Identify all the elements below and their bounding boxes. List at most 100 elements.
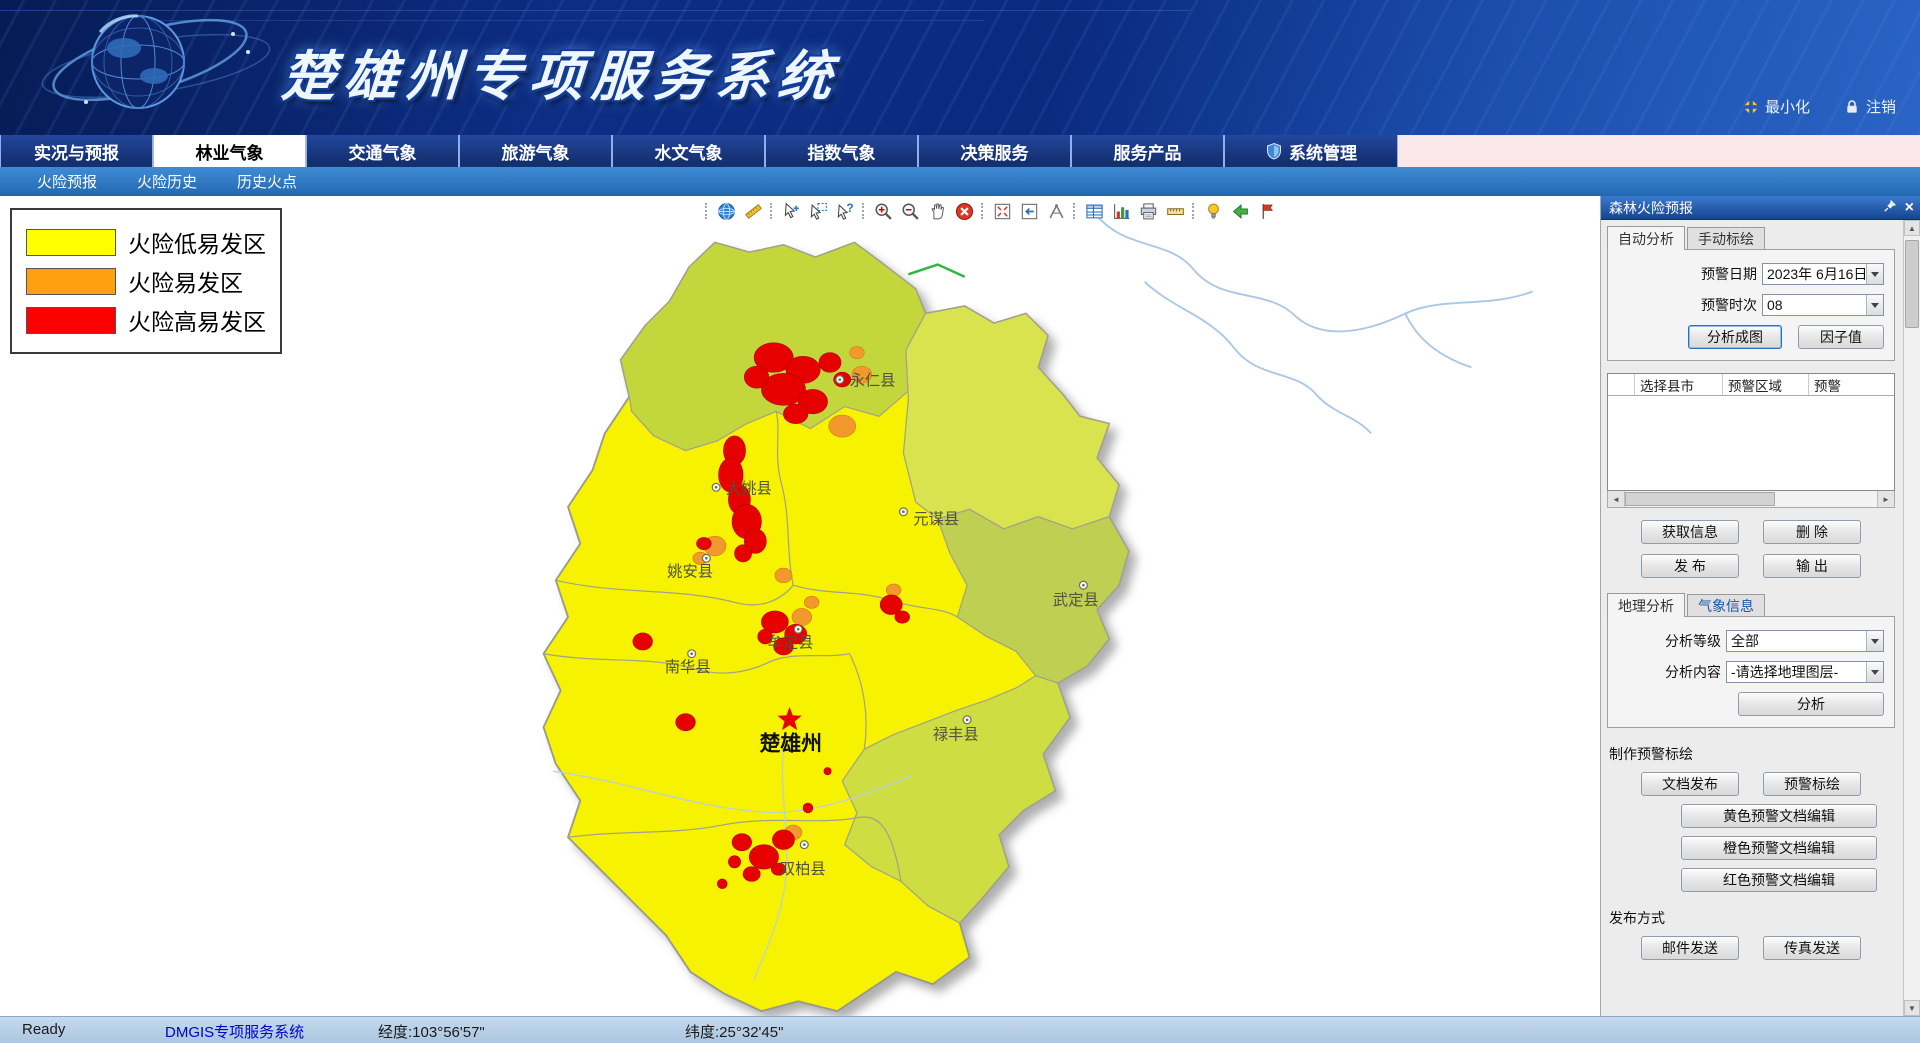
tab-live-forecast[interactable]: 实况与预报 [0,135,153,167]
pin-icon[interactable] [1203,201,1223,221]
warning-list-header: 选择县市 预警区域 预警 [1608,374,1894,396]
warning-list[interactable]: 选择县市 预警区域 预警 [1607,373,1895,491]
chart-icon[interactable] [1111,201,1131,221]
auto-analysis-page: 预警日期 2023年 6月16日 预警时次 08 [1607,249,1895,361]
toolbar-grip [981,203,985,219]
warning-plot-button[interactable]: 预警标绘 [1763,772,1861,796]
scroll-up-icon[interactable]: ▲ [1904,220,1920,236]
panel-title-bar: 森林火险预报 × [1601,196,1920,220]
forest-fire-panel: 森林火险预报 × 自动分析 手动标绘 预警日期 2023年 6月16日 [1600,196,1920,1016]
county-label: 牟定县 [768,635,814,652]
chevron-down-icon [1866,631,1883,651]
analyze-button[interactable]: 分析 [1738,692,1884,716]
select-plus-icon[interactable] [781,201,801,221]
previous-view-icon[interactable] [1019,201,1039,221]
scroll-right-icon[interactable]: ► [1877,491,1894,507]
status-bar: Ready DMGIS专项服务系统 经度:103°56'57" 纬度:25°32… [0,1016,1920,1043]
status-latitude: 纬度:25°32'45" [685,1021,783,1042]
logout-button[interactable]: 注销 [1844,96,1896,117]
layout-icon[interactable] [1257,201,1277,221]
orange-warning-doc-button[interactable]: 橙色预警文档编辑 [1681,836,1877,860]
tab-hydrology-weather[interactable]: 水文气象 [612,135,765,167]
email-send-button[interactable]: 邮件发送 [1641,936,1739,960]
pan-icon[interactable] [927,201,947,221]
globe-logo [28,0,298,135]
zoom-out-icon[interactable] [900,201,920,221]
analysis-content-select[interactable]: -请选择地理图层- [1726,661,1884,683]
legend-item: 火险低易发区 [26,225,266,259]
tab-traffic-weather[interactable]: 交通气象 [306,135,459,167]
select-icon[interactable] [808,201,828,221]
factor-value-button[interactable]: 因子值 [1798,325,1884,349]
subnav-fire-history[interactable]: 火险历史 [137,171,197,192]
dock-pin-icon[interactable] [1883,199,1897,216]
tab-auto-analysis[interactable]: 自动分析 [1607,226,1685,250]
tab-weather-info[interactable]: 气象信息 [1687,594,1765,616]
map-toolbar: ? [705,201,1277,221]
analyze-map-button[interactable]: 分析成图 [1688,325,1782,349]
measure-icon[interactable] [1046,201,1066,221]
zoom-in-icon[interactable] [873,201,893,221]
back-arrow-icon[interactable] [1230,201,1250,221]
legend-item: 火险易发区 [26,264,266,298]
minimize-button[interactable]: 最小化 [1743,96,1810,117]
legend-label: 火险高易发区 [128,303,266,337]
tab-index-weather[interactable]: 指数气象 [765,135,918,167]
output-button[interactable]: 输 出 [1763,554,1861,578]
legend-swatch-low [26,229,116,256]
globe-icon[interactable] [716,201,736,221]
subnav-historical-fire-points[interactable]: 历史火点 [237,171,297,192]
app-title: 楚雄州专项服务系统 [279,32,843,111]
county-label: 双柏县 [780,861,826,878]
tab-system-management[interactable]: 系统管理 [1224,135,1398,167]
yellow-warning-doc-button[interactable]: 黄色预警文档编辑 [1681,804,1877,828]
chevron-down-icon [1866,264,1883,284]
red-warning-doc-button[interactable]: 红色预警文档编辑 [1681,868,1877,892]
zoom-extent-icon[interactable] [992,201,1012,221]
attribute-table-icon[interactable] [1084,201,1104,221]
fax-send-button[interactable]: 传真发送 [1763,936,1861,960]
scrollbar-thumb[interactable] [1625,492,1775,506]
print-icon[interactable] [1138,201,1158,221]
scroll-down-icon[interactable]: ▼ [1904,1000,1920,1016]
tab-forestry-weather[interactable]: 林业气象 [153,135,306,167]
scrollbar-thumb[interactable] [1905,240,1919,328]
tab-manual-plot[interactable]: 手动标绘 [1687,227,1765,249]
shield-icon [1265,142,1283,160]
toolbar-grip [862,203,866,219]
minimize-icon [1743,99,1759,115]
horizontal-scrollbar[interactable]: ◄ ► [1607,491,1895,508]
sketch-icon[interactable] [743,201,763,221]
scroll-left-icon[interactable]: ◄ [1608,491,1625,507]
tab-service-products[interactable]: 服务产品 [1071,135,1224,167]
logout-label: 注销 [1866,96,1896,117]
analysis-tabs: 自动分析 手动标绘 [1607,225,1895,249]
doc-publish-button[interactable]: 文档发布 [1641,772,1739,796]
green-boundary-line [908,265,964,277]
identify-icon[interactable]: ? [835,201,855,221]
panel-close-icon[interactable]: × [1905,200,1914,216]
tab-geo-analysis[interactable]: 地理分析 [1607,593,1685,617]
column-header: 预警 [1809,374,1894,395]
get-info-button[interactable]: 获取信息 [1641,520,1739,544]
scale-icon[interactable] [1165,201,1185,221]
clear-selection-icon[interactable] [954,201,974,221]
warning-date-select[interactable]: 2023年 6月16日 [1762,263,1884,285]
delete-button[interactable]: 删 除 [1763,520,1861,544]
publish-button[interactable]: 发 布 [1641,554,1739,578]
publish-method-label: 发布方式 [1609,908,1895,928]
analysis-content-label: 分析内容 [1665,662,1721,682]
tab-decision-service[interactable]: 决策服务 [918,135,1071,167]
county-label: 南华县 [665,659,711,676]
status-system-link[interactable]: DMGIS专项服务系统 [165,1021,304,1042]
panel-scrollbar[interactable]: ▲ ▼ [1903,220,1920,1016]
analysis-level-select[interactable]: 全部 [1726,630,1884,652]
county-label: 大姚县 [726,480,772,497]
analysis-level-label: 分析等级 [1665,631,1721,651]
tab-label: 系统管理 [1289,139,1357,164]
chevron-down-icon [1866,662,1883,682]
warning-time-select[interactable]: 08 [1762,294,1884,316]
subnav-fire-forecast[interactable]: 火险预报 [37,171,97,192]
legend-swatch-medium [26,268,116,295]
tab-tourism-weather[interactable]: 旅游气象 [459,135,612,167]
